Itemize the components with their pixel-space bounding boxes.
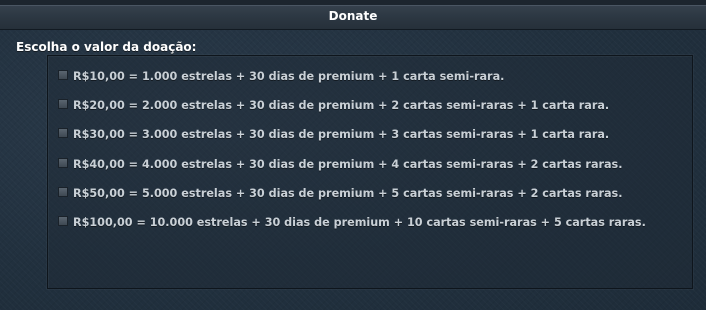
checkbox[interactable] xyxy=(58,128,68,138)
donation-option-label: R$30,00 = 3.000 estrelas + 30 dias de pr… xyxy=(73,128,610,141)
donation-option-label: R$10,00 = 1.000 estrelas + 30 dias de pr… xyxy=(73,70,505,83)
checkbox[interactable] xyxy=(58,158,68,168)
donation-option-label: R$20,00 = 2.000 estrelas + 30 dias de pr… xyxy=(73,99,610,112)
checkbox[interactable] xyxy=(58,99,68,109)
donation-option-label: R$50,00 = 5.000 estrelas + 30 dias de pr… xyxy=(73,187,623,200)
panel-header: Donate xyxy=(0,0,706,30)
donation-option-40[interactable]: R$40,00 = 4.000 estrelas + 30 dias de pr… xyxy=(58,156,622,174)
checkbox[interactable] xyxy=(58,187,68,197)
donation-option-50[interactable]: R$50,00 = 5.000 estrelas + 30 dias de pr… xyxy=(58,185,622,203)
donation-options-box: R$10,00 = 1.000 estrelas + 30 dias de pr… xyxy=(47,55,693,289)
checkbox[interactable] xyxy=(58,70,68,80)
panel-title: Donate xyxy=(328,9,378,23)
donation-option-10[interactable]: R$10,00 = 1.000 estrelas + 30 dias de pr… xyxy=(58,68,504,86)
donation-option-30[interactable]: R$30,00 = 3.000 estrelas + 30 dias de pr… xyxy=(58,126,609,144)
donation-option-label: R$40,00 = 4.000 estrelas + 30 dias de pr… xyxy=(73,158,623,171)
donation-option-100[interactable]: R$100,00 = 10.000 estrelas + 30 dias de … xyxy=(58,214,646,232)
donation-value-prompt: Escolha o valor da doação: xyxy=(16,40,197,54)
donation-option-label: R$100,00 = 10.000 estrelas + 30 dias de … xyxy=(73,216,646,229)
checkbox[interactable] xyxy=(58,216,68,226)
donation-option-20[interactable]: R$20,00 = 2.000 estrelas + 30 dias de pr… xyxy=(58,97,609,115)
